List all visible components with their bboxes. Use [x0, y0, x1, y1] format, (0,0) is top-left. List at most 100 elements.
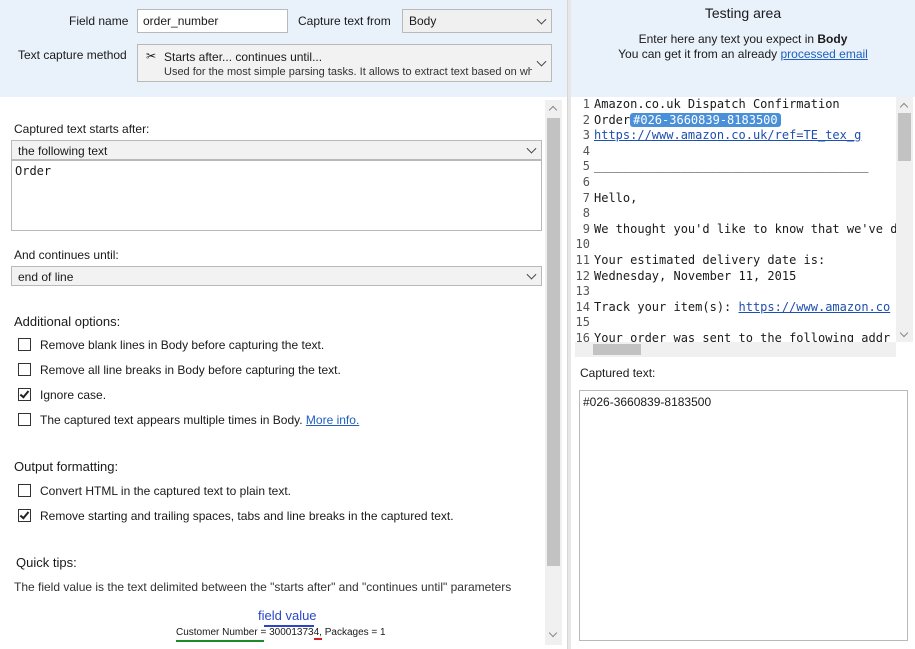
option-remove-blank-lines[interactable]: Remove blank lines in Body before captur…	[18, 337, 538, 355]
chevron-down-icon	[536, 14, 547, 25]
checkbox[interactable]	[18, 484, 31, 497]
method-title: Starts after... continues until...	[164, 50, 323, 64]
check-icon	[19, 388, 30, 399]
option-label: Ignore case.	[40, 388, 107, 402]
method-label: Text capture method	[18, 48, 127, 62]
checkbox[interactable]	[18, 363, 31, 376]
option-multiple-times[interactable]: The captured text appears multiple times…	[18, 412, 538, 430]
captured-text-output[interactable]: #026-3660839-8183500	[579, 390, 908, 641]
scroll-up-icon[interactable]	[899, 102, 909, 112]
diagram-prefix: Customer Number =	[176, 627, 270, 638]
diagram-value: 300013734	[269, 627, 320, 638]
field-name-input[interactable]: order_number	[137, 9, 288, 33]
line-url[interactable]: https://www.amazon.co.uk/ref=TE_tex_g	[594, 128, 861, 142]
starts-after-underline	[176, 640, 264, 642]
option-trim-spaces[interactable]: Remove starting and trailing spaces, tab…	[18, 508, 538, 526]
line-number: 9	[582, 221, 590, 236]
chevron-down-icon	[536, 56, 547, 67]
code-line: 3 https://www.amazon.co.uk/ref=TE_tex_g	[575, 128, 862, 144]
checkbox[interactable]	[18, 338, 31, 351]
starts-after-value: the following text	[18, 144, 108, 158]
more-info-link[interactable]: More info.	[306, 413, 359, 427]
checkbox-checked[interactable]	[18, 509, 31, 522]
scissors-icon: ✂	[146, 49, 157, 63]
code-line: 7 Hello,	[575, 190, 638, 207]
continues-until-marker	[314, 638, 322, 640]
testing-area-header: Testing area Enter here any text you exp…	[571, 0, 915, 97]
capture-from-select[interactable]: Body	[402, 9, 552, 33]
output-formatting-heading: Output formatting:	[14, 459, 119, 474]
starts-after-select[interactable]: the following text	[11, 140, 542, 160]
scrollbar-thumb[interactable]	[898, 113, 911, 161]
option-label: Convert HTML in the captured text to pla…	[40, 484, 292, 498]
line-number: 6	[582, 175, 590, 189]
hint-text: Enter here any text you expect in	[638, 32, 818, 46]
line-url[interactable]: https://www.amazon.co	[739, 300, 891, 314]
additional-options-heading: Additional options:	[14, 314, 121, 329]
scroll-down-icon[interactable]	[548, 628, 558, 638]
continues-until-select[interactable]: end of line	[11, 266, 542, 286]
diagram-sample: Customer Number = 300013734, Packages = …	[176, 627, 386, 638]
hint-text-2: You can get it from an already	[618, 47, 781, 61]
checkbox[interactable]	[18, 413, 31, 426]
option-label: Remove starting and trailing spaces, tab…	[40, 509, 454, 523]
scroll-down-icon[interactable]	[899, 328, 909, 338]
option-label: The captured text appears multiple times…	[40, 413, 359, 427]
line-text: ______________________________________	[594, 159, 869, 174]
field-value-caption: field value	[258, 608, 317, 623]
quick-tips-text: The field value is the text delimited be…	[14, 580, 512, 594]
option-label-text: The captured text appears multiple times…	[40, 413, 303, 427]
editor-horizontal-scrollbar[interactable]	[575, 342, 896, 357]
checkbox-checked[interactable]	[18, 388, 31, 401]
diagram-suffix: , Packages = 1	[319, 627, 386, 638]
code-line: 6	[575, 175, 594, 191]
scroll-up-icon[interactable]	[548, 105, 558, 115]
scrollbar-thumb[interactable]	[593, 344, 641, 355]
line-text: Amazon.co.uk Dispatch Confirmation	[594, 97, 840, 111]
chevron-down-icon	[526, 269, 537, 280]
code-line: 10	[575, 237, 594, 253]
option-ignore-case[interactable]: Ignore case.	[18, 387, 538, 405]
test-text-editor[interactable]: 1 Amazon.co.uk Dispatch Confirmation 2 Ord…	[575, 97, 913, 357]
editor-vertical-scrollbar[interactable]	[896, 97, 913, 342]
code-line: 13	[575, 284, 594, 300]
scrollbar-thumb[interactable]	[547, 118, 560, 566]
processed-email-link[interactable]: processed email	[780, 47, 867, 61]
options-scrollbar[interactable]	[545, 100, 562, 645]
starts-after-text-input[interactable]: Order	[11, 160, 542, 231]
continues-until-value: end of line	[18, 270, 74, 284]
captured-text-label: Captured text:	[580, 366, 656, 380]
panel-splitter[interactable]	[567, 0, 571, 649]
code-line: 12 Wednesday, November 11, 2015	[575, 268, 797, 285]
line-text: Track your item(s):	[594, 299, 739, 314]
code-line: 15	[575, 315, 594, 331]
option-label: Remove all line breaks in Body before ca…	[40, 363, 341, 377]
line-number: 12	[575, 268, 590, 283]
line-text: Order	[594, 112, 631, 127]
field-name-label: Field name	[69, 14, 129, 28]
chevron-down-icon	[526, 143, 537, 154]
line-number: 2	[582, 112, 590, 127]
method-description: Used for the most simple parsing tasks. …	[164, 66, 532, 78]
line-text: Hello,	[594, 190, 638, 205]
code-line: 4	[575, 144, 594, 160]
code-line: 9 We thought you'd like to know that we'v…	[575, 221, 898, 238]
line-number: 14	[575, 299, 590, 314]
option-remove-line-breaks[interactable]: Remove all line breaks in Body before ca…	[18, 362, 538, 380]
continues-until-label: And continues until:	[14, 248, 119, 262]
hint-bold: Body	[817, 32, 848, 46]
code-line: 5 ______________________________________	[575, 159, 869, 175]
line-text: Wednesday, November 11, 2015	[594, 268, 797, 283]
line-text: We thought you'd like to know that we've…	[594, 221, 898, 236]
capture-method-select[interactable]: ✂ Starts after... continues until... Use…	[137, 44, 552, 82]
line-number: 7	[582, 190, 590, 205]
quick-tips-heading: Quick tips:	[16, 555, 77, 570]
option-convert-html[interactable]: Convert HTML in the captured text to pla…	[18, 483, 538, 501]
capture-from-value: Body	[409, 14, 437, 28]
line-number: 13	[575, 284, 590, 299]
line-number: 8	[582, 206, 590, 221]
line-number: 1	[582, 97, 590, 111]
code-line: 8	[575, 206, 594, 222]
line-number: 4	[582, 143, 590, 158]
testing-area-title: Testing area	[704, 5, 782, 21]
